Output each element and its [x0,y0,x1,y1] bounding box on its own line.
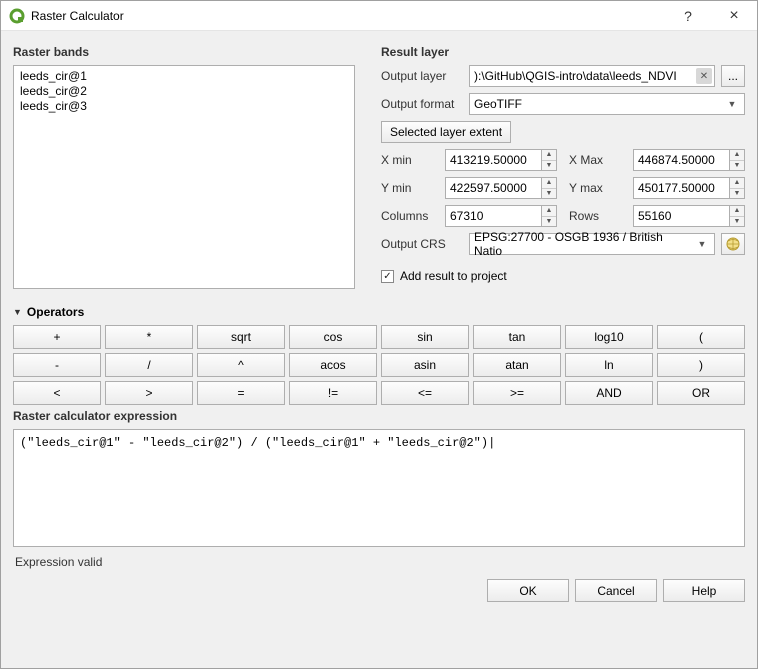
operator-button[interactable]: AND [565,381,653,405]
clear-output-icon[interactable]: ✕ [696,68,712,84]
band-item[interactable]: leeds_cir@2 [18,84,350,99]
raster-bands-list[interactable]: leeds_cir@1 leeds_cir@2 leeds_cir@3 [13,65,355,289]
xmax-input[interactable]: ▲▼ [633,149,745,171]
operator-button[interactable]: OR [657,381,745,405]
titlebar: Raster Calculator ? × [1,1,757,31]
chevron-down-icon: ▼ [724,99,740,109]
add-result-label: Add result to project [400,269,507,283]
ymax-input[interactable]: ▲▼ [633,177,745,199]
ymax-label: Y max [569,181,621,195]
operator-button[interactable]: ^ [197,353,285,377]
operator-button[interactable]: < [13,381,101,405]
result-layer-title: Result layer [381,45,745,59]
raster-bands-group: Raster bands leeds_cir@1 leeds_cir@2 lee… [13,41,363,297]
operator-button[interactable]: log10 [565,325,653,349]
operator-button[interactable]: - [13,353,101,377]
ymin-input[interactable]: ▲▼ [445,177,557,199]
chevron-down-icon: ▼ [694,239,710,249]
operator-button[interactable]: atan [473,353,561,377]
close-titlebar-button[interactable]: × [711,1,757,31]
browse-output-button[interactable]: ... [721,65,745,87]
cancel-button[interactable]: Cancel [575,579,657,602]
operator-button[interactable]: sin [381,325,469,349]
operator-button[interactable]: <= [381,381,469,405]
window-title: Raster Calculator [31,9,665,23]
operator-button[interactable]: >= [473,381,561,405]
status-label: Expression valid [13,553,745,569]
help-titlebar-button[interactable]: ? [665,1,711,31]
checkbox-checked-icon: ✓ [381,270,394,283]
output-format-select[interactable]: GeoTIFF ▼ [469,93,745,115]
operator-button[interactable]: asin [381,353,469,377]
output-layer-label: Output layer [381,69,463,83]
operators-title: Operators [27,305,84,319]
output-crs-label: Output CRS [381,237,463,251]
operator-button[interactable]: acos [289,353,377,377]
operator-button[interactable]: + [13,325,101,349]
operator-button[interactable]: != [289,381,377,405]
operator-button[interactable]: ( [657,325,745,349]
xmax-label: X Max [569,153,621,167]
operator-button[interactable]: = [197,381,285,405]
operator-button[interactable]: / [105,353,193,377]
rows-label: Rows [569,209,621,223]
ymin-label: Y min [381,181,433,195]
output-crs-select[interactable]: EPSG:27700 - OSGB 1936 / British Natio ▼ [469,233,715,255]
collapse-triangle-icon[interactable]: ▼ [13,307,22,317]
operator-button[interactable]: cos [289,325,377,349]
rows-input[interactable]: ▲▼ [633,205,745,227]
expression-textarea[interactable]: ("leeds_cir@1" - "leeds_cir@2") / ("leed… [13,429,745,547]
operator-button[interactable]: tan [473,325,561,349]
operator-button[interactable]: ln [565,353,653,377]
operator-button[interactable]: * [105,325,193,349]
dialog-footer: OK Cancel Help [13,579,745,602]
output-format-label: Output format [381,97,463,111]
expression-group: Raster calculator expression ("leeds_cir… [13,411,745,547]
operator-button[interactable]: > [105,381,193,405]
operator-button[interactable]: ) [657,353,745,377]
selected-layer-extent-button[interactable]: Selected layer extent [381,121,511,143]
xmin-input[interactable]: ▲▼ [445,149,557,171]
xmin-label: X min [381,153,433,167]
add-result-checkbox[interactable]: ✓ Add result to project [381,269,507,283]
select-crs-button[interactable] [721,233,745,255]
qgis-icon [9,8,25,24]
band-item[interactable]: leeds_cir@3 [18,99,350,114]
columns-label: Columns [381,209,433,223]
raster-bands-title: Raster bands [13,45,355,59]
operators-group: ▼ Operators +*sqrtcossintanlog10( -/^acos… [13,303,745,405]
dialog-body: Raster bands leeds_cir@1 leeds_cir@2 lee… [1,31,757,668]
columns-input[interactable]: ▲▼ [445,205,557,227]
help-button[interactable]: Help [663,579,745,602]
operator-button[interactable]: sqrt [197,325,285,349]
band-item[interactable]: leeds_cir@1 [18,69,350,84]
ok-button[interactable]: OK [487,579,569,602]
result-layer-group: Result layer Output layer ):\GitHub\QGIS… [373,41,745,297]
raster-calculator-dialog: Raster Calculator ? × Raster bands leeds… [0,0,758,669]
expression-title: Raster calculator expression [13,409,745,423]
output-layer-input[interactable]: ):\GitHub\QGIS-intro\data\leeds_NDVI ✕ [469,65,715,87]
